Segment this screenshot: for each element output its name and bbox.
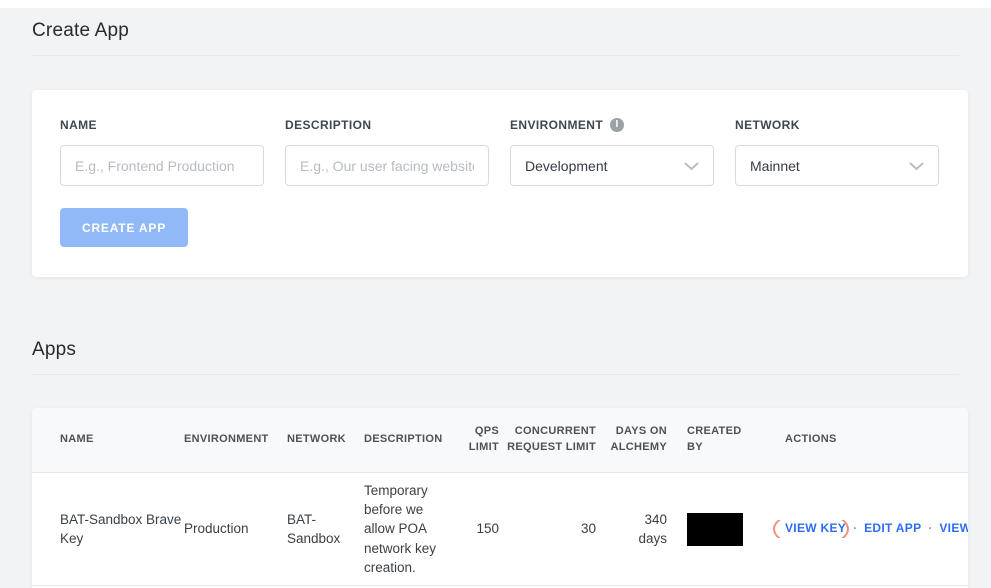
description-field-group: DESCRIPTION xyxy=(285,118,489,186)
environment-select[interactable]: Development xyxy=(510,145,714,186)
cell-qps-limit: 150 xyxy=(476,521,499,537)
create-app-button[interactable]: CREATE APP xyxy=(60,208,189,247)
view-key-link[interactable]: VIEW KEY xyxy=(785,520,846,537)
column-header-description: DESCRIPTION xyxy=(364,433,443,446)
cell-name: BAT-Sandbox Brave Key xyxy=(60,511,182,546)
cell-environment: Production xyxy=(184,521,249,537)
cell-network: BAT-Sandbox xyxy=(287,511,341,546)
network-label: NETWORK xyxy=(735,118,800,132)
cell-actions: VIEW KEY · EDIT APP · VIEW DETAILS xyxy=(760,520,968,538)
info-icon[interactable]: i xyxy=(610,118,625,132)
network-select[interactable]: Mainnet xyxy=(735,145,939,186)
apps-section-header: Apps xyxy=(32,327,959,375)
network-selected-value: Mainnet xyxy=(750,157,800,174)
days-on-alchemy-value: 340 days xyxy=(638,511,667,546)
edit-app-link[interactable]: EDIT APP xyxy=(864,520,921,537)
cell-days-on-alchemy: 340 days xyxy=(596,510,667,548)
cell-concurrent-request-limit: 30 xyxy=(580,521,596,537)
description-input[interactable] xyxy=(285,145,489,186)
name-label: NAME xyxy=(60,118,97,132)
environment-field-group: ENVIRONMENT i Development xyxy=(510,118,714,186)
name-input[interactable] xyxy=(60,145,264,186)
view-key-wrap: VIEW KEY xyxy=(773,520,849,538)
column-header-name: NAME xyxy=(60,433,94,446)
created-by-redacted-box xyxy=(687,512,743,546)
chevron-down-icon xyxy=(909,158,924,174)
dot-separator: · xyxy=(928,521,933,536)
apps-table: NAME ENVIRONMENT NETWORK DESCRIPTION QPS… xyxy=(32,408,968,588)
column-header-created-by: CREATED BY xyxy=(687,425,742,453)
column-header-actions: ACTIONS xyxy=(785,433,837,446)
environment-label-text: ENVIRONMENT xyxy=(510,118,604,132)
column-header-qps-limit: QPS LIMIT xyxy=(468,425,499,453)
name-field-group: NAME xyxy=(60,118,264,186)
header-divider xyxy=(32,55,959,56)
cell-description: Temporary before we allow POA network ke… xyxy=(364,483,437,575)
network-field-group: NETWORK Mainnet xyxy=(735,118,939,186)
create-app-section-header: Create App xyxy=(32,8,959,56)
table-header-row: NAME ENVIRONMENT NETWORK DESCRIPTION QPS… xyxy=(32,408,968,473)
create-app-form-card: NAME DESCRIPTION ENVIRONMENT i Developme… xyxy=(32,90,968,277)
column-header-days-on-alchemy: DAYS ON ALCHEMY xyxy=(610,425,667,453)
cell-created-by xyxy=(667,512,760,546)
top-strip xyxy=(0,0,991,8)
view-details-link[interactable]: VIEW DETAILS xyxy=(939,520,968,537)
environment-label: ENVIRONMENT i xyxy=(510,118,714,132)
chevron-down-icon xyxy=(684,158,699,174)
column-header-environment: ENVIRONMENT xyxy=(184,433,269,446)
column-header-network: NETWORK xyxy=(287,433,346,446)
table-row: BAT-Sandbox Brave Key Production BAT-San… xyxy=(32,473,968,586)
page-title: Create App xyxy=(32,20,130,41)
apps-title: Apps xyxy=(32,339,77,360)
description-label: DESCRIPTION xyxy=(285,118,372,132)
dot-separator: · xyxy=(853,521,858,536)
column-header-concurrent-request-limit: CONCURRENT REQUEST LIMIT xyxy=(507,425,596,453)
environment-selected-value: Development xyxy=(525,157,608,174)
apps-divider xyxy=(32,374,959,375)
